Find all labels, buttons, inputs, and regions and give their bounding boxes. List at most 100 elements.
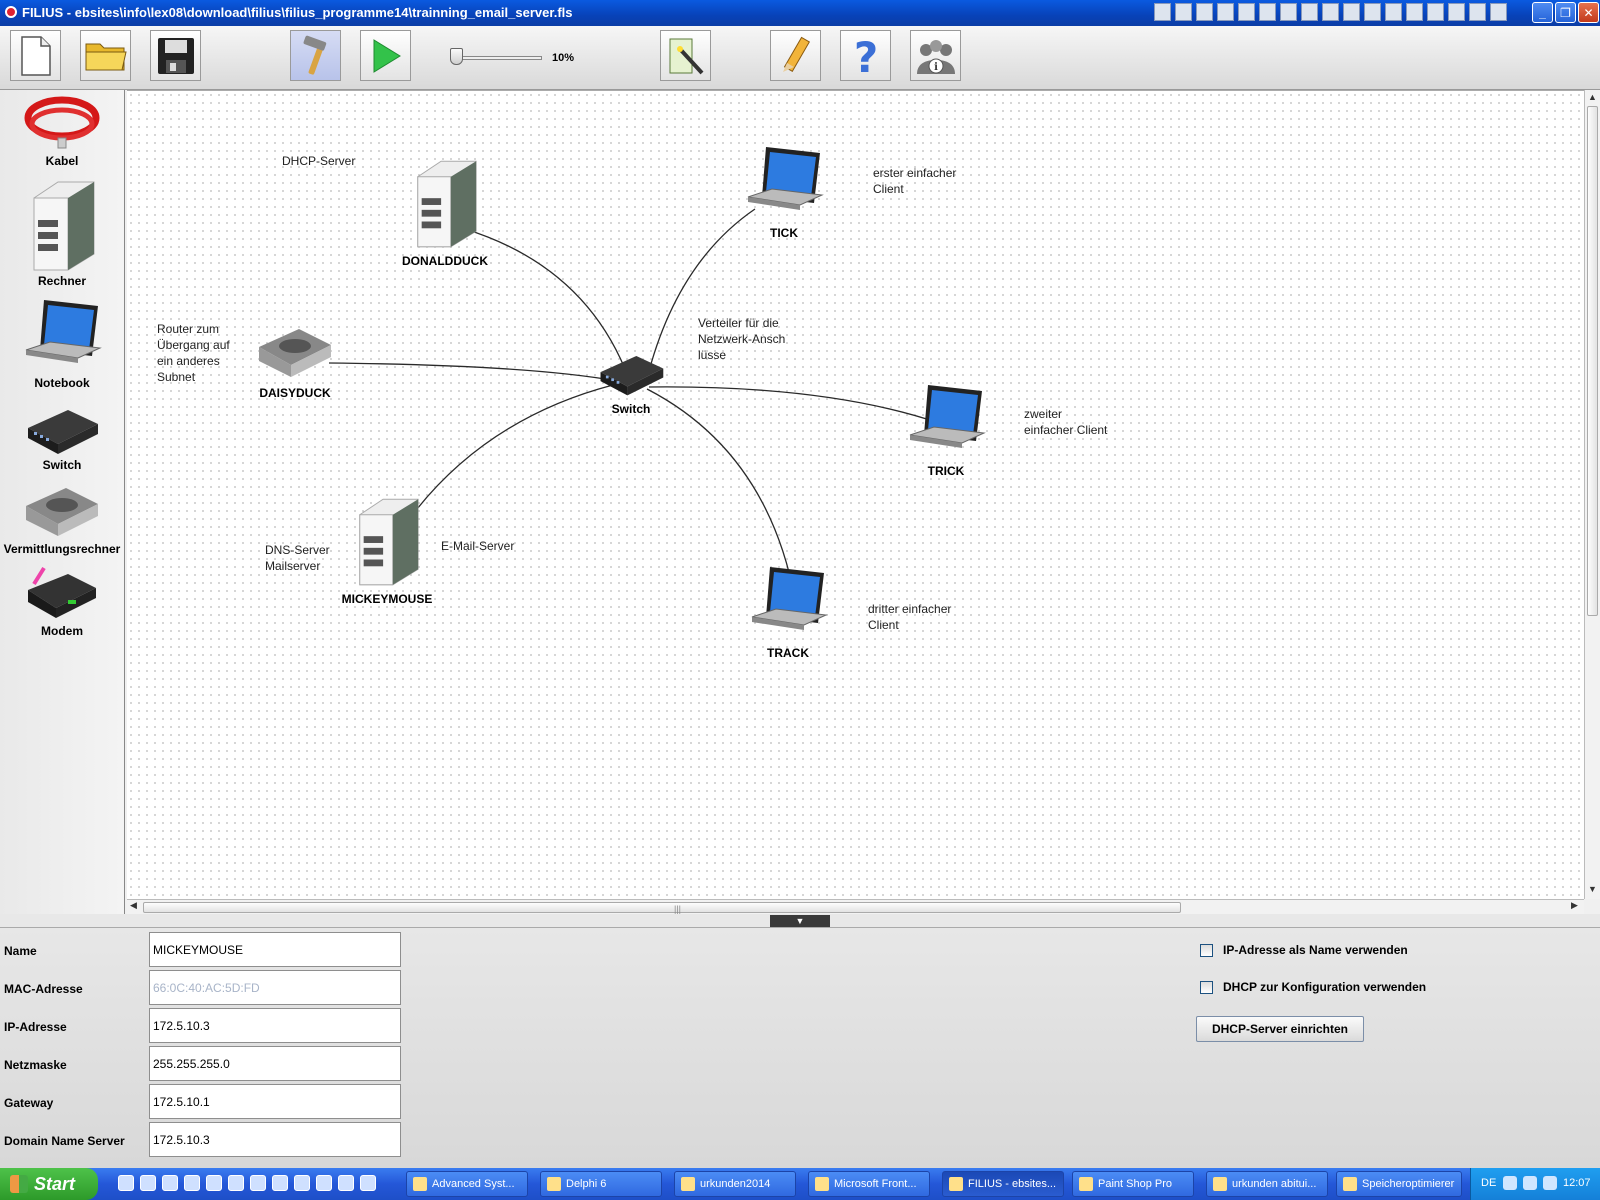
dhcp-config-checkbox[interactable] bbox=[1200, 980, 1213, 994]
quick-icon[interactable] bbox=[1175, 3, 1192, 21]
language-indicator[interactable]: DE bbox=[1481, 1177, 1496, 1189]
tray-icon[interactable] bbox=[1523, 1176, 1537, 1190]
quick-icon[interactable] bbox=[1259, 3, 1276, 21]
netmask-field[interactable] bbox=[149, 1046, 401, 1081]
annotation-email-server[interactable]: E-Mail-Server bbox=[441, 538, 514, 554]
annotation-switch[interactable]: Verteiler für die Netzwerk-Ansch lüsse bbox=[698, 315, 785, 363]
quick-icon[interactable] bbox=[1280, 3, 1297, 21]
quick-icon[interactable] bbox=[1490, 3, 1507, 21]
node-mickeymouse[interactable]: MICKEYMOUSE bbox=[327, 495, 447, 606]
simulation-speed-slider[interactable] bbox=[458, 56, 542, 60]
save-button[interactable] bbox=[150, 30, 201, 81]
quick-icon[interactable] bbox=[1385, 3, 1402, 21]
link-daisyduck-switch[interactable] bbox=[328, 362, 618, 382]
dhcp-server-setup-button[interactable]: DHCP-Server einrichten bbox=[1196, 1016, 1364, 1042]
horizontal-scrollbar[interactable]: ◀ ||| ▶ bbox=[127, 899, 1584, 914]
quick-launch-icon[interactable] bbox=[162, 1175, 178, 1191]
open-file-button[interactable] bbox=[80, 30, 131, 81]
ip-as-name-checkbox[interactable] bbox=[1200, 943, 1213, 957]
wizard-button[interactable] bbox=[660, 30, 711, 81]
start-button[interactable]: Start bbox=[0, 1168, 98, 1200]
panel-splitter[interactable]: ▼ bbox=[0, 914, 1600, 928]
network-canvas[interactable]: DONALDDUCK DAISYDUCK MICKEYMOUSE Switch … bbox=[127, 90, 1584, 899]
dhcp-config-option[interactable]: DHCP zur Konfiguration verwenden bbox=[1200, 980, 1426, 994]
annotation-router[interactable]: Router zum Übergang auf ein anderes Subn… bbox=[157, 321, 230, 385]
scroll-left-arrow-icon[interactable]: ◀ bbox=[130, 900, 137, 911]
task-delphi[interactable]: Delphi 6 bbox=[540, 1171, 662, 1197]
task-urkunden2014[interactable]: urkunden2014 bbox=[674, 1171, 796, 1197]
node-trick[interactable]: TRICK bbox=[901, 381, 991, 478]
quick-icon[interactable] bbox=[1217, 3, 1234, 21]
task-speicheroptimierer[interactable]: Speicheroptimierer bbox=[1336, 1171, 1462, 1197]
quick-launch-icon[interactable] bbox=[184, 1175, 200, 1191]
palette-item-vermittlungsrechner[interactable]: Vermittlungsrechner bbox=[0, 480, 124, 556]
annotation-dns-server[interactable]: DNS-Server Mailserver bbox=[265, 542, 330, 574]
quick-launch-icon[interactable] bbox=[316, 1175, 332, 1191]
node-track[interactable]: TRACK bbox=[743, 563, 833, 660]
quick-launch-icon[interactable] bbox=[272, 1175, 288, 1191]
name-field[interactable] bbox=[149, 932, 401, 967]
node-daisyduck[interactable]: DAISYDUCK bbox=[245, 321, 345, 400]
palette-item-switch[interactable]: Switch bbox=[0, 400, 124, 472]
tray-icon[interactable] bbox=[1543, 1176, 1557, 1190]
quick-launch-icon[interactable] bbox=[228, 1175, 244, 1191]
tray-icon[interactable] bbox=[1503, 1176, 1517, 1190]
quick-icon[interactable] bbox=[1322, 3, 1339, 21]
maximize-button[interactable]: ❐ bbox=[1555, 2, 1576, 23]
collapse-panel-chevron-icon[interactable]: ▼ bbox=[770, 915, 830, 927]
design-mode-button[interactable] bbox=[290, 30, 341, 81]
quick-icon[interactable] bbox=[1196, 3, 1213, 21]
quick-icon[interactable] bbox=[1406, 3, 1423, 21]
scroll-right-arrow-icon[interactable]: ▶ bbox=[1571, 900, 1578, 911]
node-tick[interactable]: TICK bbox=[739, 143, 829, 240]
node-switch[interactable]: Switch bbox=[591, 347, 671, 416]
annotation-track[interactable]: dritter einfacher Client bbox=[868, 601, 951, 633]
info-button[interactable]: i bbox=[910, 30, 961, 81]
ip-address-field[interactable] bbox=[149, 1008, 401, 1043]
gateway-field[interactable] bbox=[149, 1084, 401, 1119]
speed-slider-knob[interactable] bbox=[450, 48, 463, 65]
palette-item-modem[interactable]: Modem bbox=[0, 562, 124, 638]
quick-icon[interactable] bbox=[1343, 3, 1360, 21]
quick-icon[interactable] bbox=[1154, 3, 1171, 21]
quick-launch-icon[interactable] bbox=[360, 1175, 376, 1191]
new-file-button[interactable] bbox=[10, 30, 61, 81]
close-button[interactable]: ✕ bbox=[1578, 2, 1599, 23]
vertical-scroll-thumb[interactable] bbox=[1587, 106, 1598, 616]
start-simulation-button[interactable] bbox=[360, 30, 411, 81]
vertical-scrollbar[interactable]: ▲ ▼ bbox=[1584, 90, 1600, 899]
palette-item-rechner[interactable]: Rechner bbox=[0, 178, 124, 288]
scroll-up-arrow-icon[interactable]: ▲ bbox=[1588, 92, 1597, 102]
quick-launch-icon[interactable] bbox=[250, 1175, 266, 1191]
scroll-down-arrow-icon[interactable]: ▼ bbox=[1588, 884, 1597, 894]
quick-icon[interactable] bbox=[1301, 3, 1318, 21]
ip-as-name-option[interactable]: IP-Adresse als Name verwenden bbox=[1200, 943, 1408, 957]
quick-launch-icon[interactable] bbox=[206, 1175, 222, 1191]
help-button[interactable]: ? bbox=[840, 30, 891, 81]
horizontal-scroll-thumb[interactable]: ||| bbox=[143, 902, 1181, 914]
quick-launch-icon[interactable] bbox=[294, 1175, 310, 1191]
quick-icon[interactable] bbox=[1238, 3, 1255, 21]
task-frontpage[interactable]: Microsoft Front... bbox=[808, 1171, 930, 1197]
task-urkunden-abitur[interactable]: urkunden abitui... bbox=[1206, 1171, 1328, 1197]
quick-icon[interactable] bbox=[1448, 3, 1465, 21]
annotation-dhcp-server[interactable]: DHCP-Server bbox=[282, 153, 355, 169]
palette-item-notebook[interactable]: Notebook bbox=[0, 296, 124, 390]
quick-launch-icon[interactable] bbox=[140, 1175, 156, 1191]
edit-button[interactable] bbox=[770, 30, 821, 81]
quick-launch-icon[interactable] bbox=[338, 1175, 354, 1191]
annotation-trick[interactable]: zweiter einfacher Client bbox=[1024, 406, 1107, 438]
quick-icon[interactable] bbox=[1469, 3, 1486, 21]
task-filius[interactable]: FILIUS - ebsites... bbox=[942, 1171, 1064, 1197]
node-donaldduck[interactable]: DONALDDUCK bbox=[385, 157, 505, 268]
dns-field[interactable] bbox=[149, 1122, 401, 1157]
link-mickeymouse-switch[interactable] bbox=[416, 384, 614, 510]
palette-item-kabel[interactable]: Kabel bbox=[0, 94, 124, 168]
quick-icon[interactable] bbox=[1427, 3, 1444, 21]
quick-icon[interactable] bbox=[1364, 3, 1381, 21]
task-advanced-system[interactable]: Advanced Syst... bbox=[406, 1171, 528, 1197]
annotation-tick[interactable]: erster einfacher Client bbox=[873, 165, 956, 197]
quick-launch-icon[interactable] bbox=[118, 1175, 134, 1191]
minimize-button[interactable]: _ bbox=[1532, 2, 1553, 23]
task-paint-shop-pro[interactable]: Paint Shop Pro bbox=[1072, 1171, 1194, 1197]
